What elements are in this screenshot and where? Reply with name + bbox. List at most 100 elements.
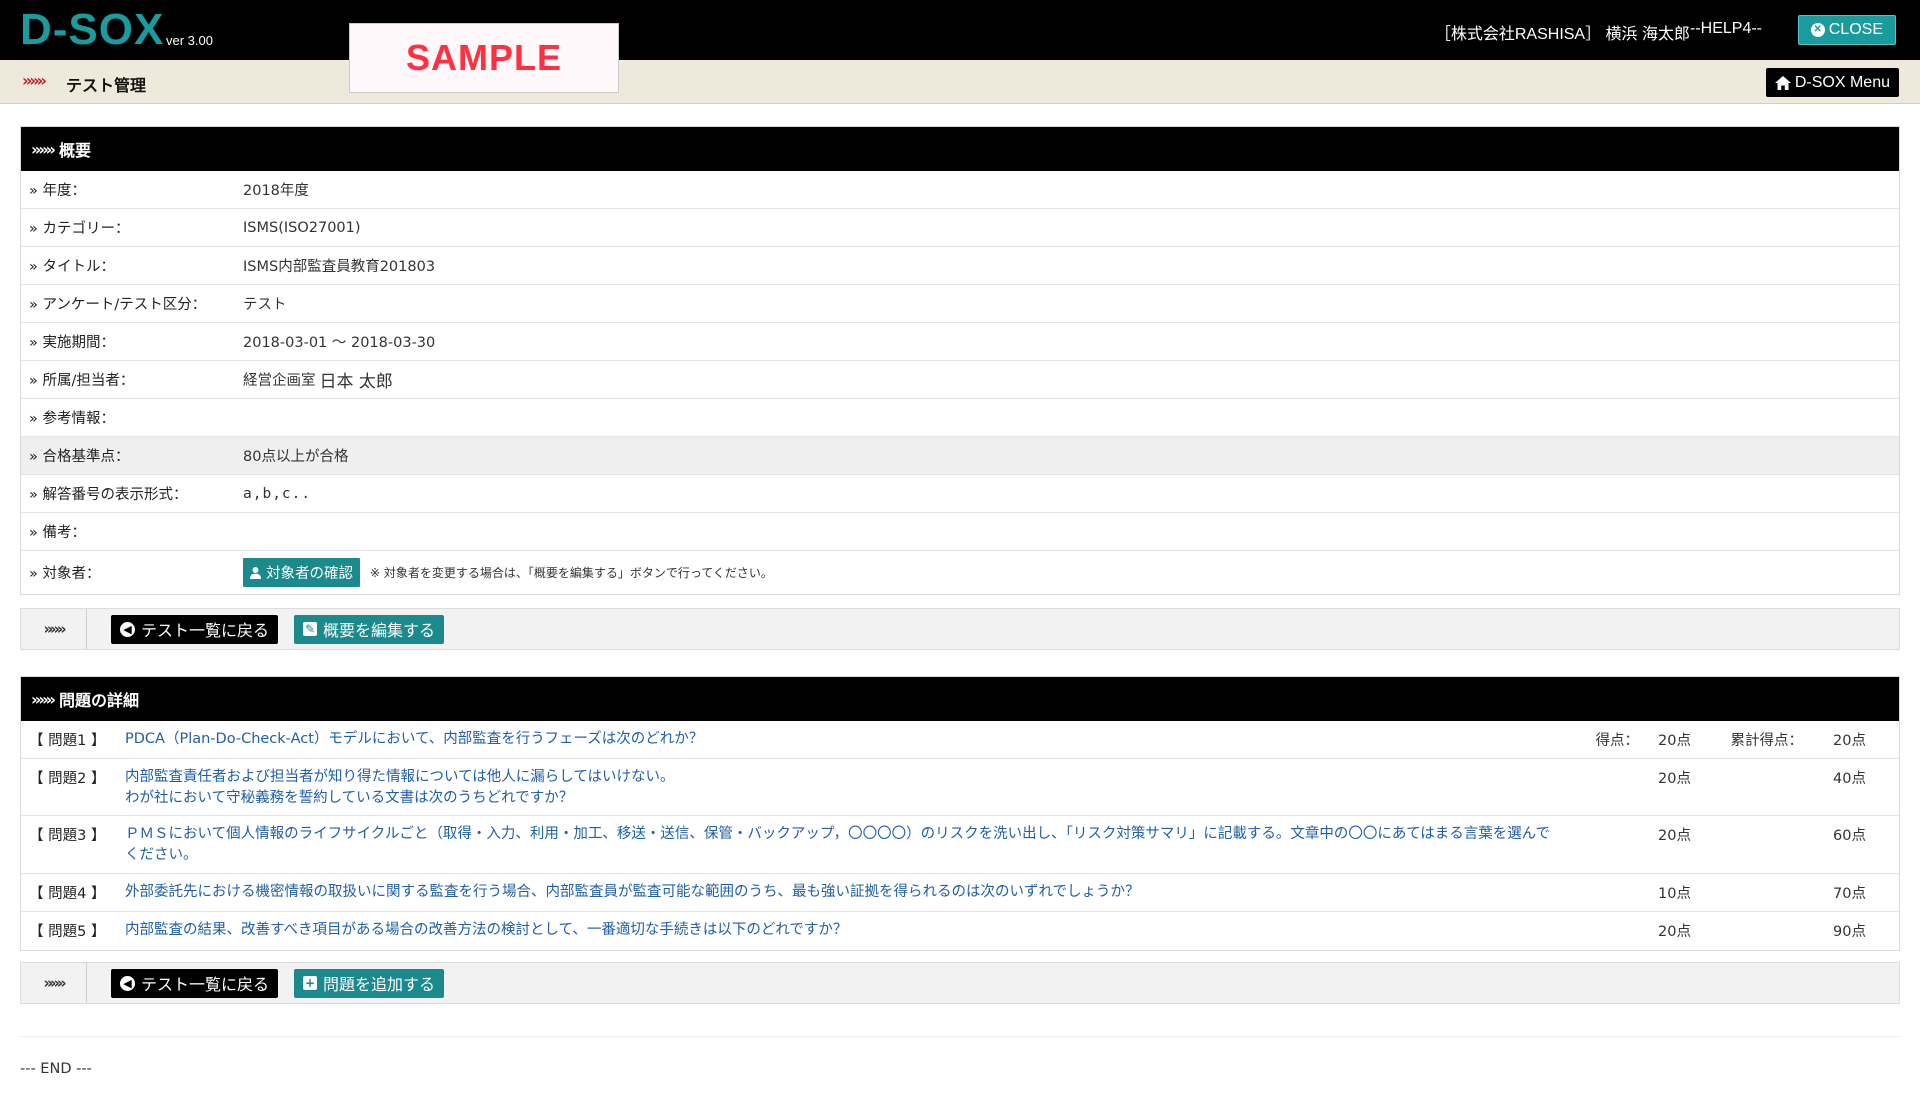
heading-arrows-icon: »»» xyxy=(31,139,56,159)
questions-heading: »»» 問題の詳細 xyxy=(21,677,1899,721)
question-link[interactable]: 内部監査責任者および担当者が知り得た情報については他人に漏らしてはいけない。 わ… xyxy=(125,767,1585,809)
row-value xyxy=(221,513,1899,550)
question-link[interactable]: 内部監査の結果、改善すべき項目がある場合の改善方法の検討として、一番適切な手続き… xyxy=(125,920,1585,941)
sample-text: SAMPLE xyxy=(405,37,562,78)
cumulative-label: 累計得点： xyxy=(1730,733,1804,749)
question-number: 【 問題4 】 xyxy=(29,886,106,902)
edit-overview-label: 概要を編集する xyxy=(323,621,436,640)
question-text: 内部監査の結果、改善すべき項目がある場合の改善方法の検討として、一番適切な手続き… xyxy=(125,922,848,938)
page-title: テスト管理 xyxy=(66,76,147,95)
overview-row-notes: » 備考： xyxy=(21,513,1899,551)
sample-watermark: SAMPLE xyxy=(349,23,619,93)
row-value: 対象者の確認 ※ 対象者を変更する場合は、「概要を編集する」ボタンで行ってくださ… xyxy=(221,551,1899,594)
row-value: 経営企画室 日本 太郎 xyxy=(221,361,1899,398)
arrow-left-icon: ◀ xyxy=(120,975,135,991)
row-label: » タイトル： xyxy=(29,259,115,275)
question-score: 10点 xyxy=(1658,886,1691,902)
question-text: 内部監査責任者および担当者が知り得た情報については他人に漏らしてはいけない。 xyxy=(125,769,675,785)
row-value: 2018-03-01 ～ 2018-03-30 xyxy=(243,335,436,351)
row-label: » 解答番号の表示形式： xyxy=(29,487,188,503)
app-version: ver 3.00 xyxy=(166,33,213,48)
owner-department: 経営企画室 xyxy=(243,373,316,389)
heading-arrows-icon: »»» xyxy=(31,689,56,709)
row-label: » 所属/担当者： xyxy=(29,373,135,389)
dsox-menu-label: D-SOX Menu xyxy=(1794,73,1890,91)
row-value: ISMS内部監査員教育201803 xyxy=(243,259,436,275)
row-label: » アンケート/テスト区分： xyxy=(29,297,207,313)
footer-divider xyxy=(20,1036,1900,1037)
add-question-button[interactable]: + 問題を追加する xyxy=(294,968,445,998)
overview-action-bar: »»» ◀ テスト一覧に戻る ✎ 概要を編集する xyxy=(20,608,1900,650)
question-number: 【 問題3 】 xyxy=(29,828,106,844)
questions-heading-text: 問題の詳細 xyxy=(59,691,140,710)
question-link[interactable]: ＰＭＳにおいて個人情報のライフサイクルごと（取得・入力、利用・加工、移送・送信、… xyxy=(125,824,1585,866)
overview-row-type: » アンケート/テスト区分： テスト xyxy=(21,285,1899,323)
table-row: 【 問題4 】 外部委託先における機密情報の取扱いに関する監査を行う場合、内部監… xyxy=(21,874,1899,912)
close-button[interactable]: ✕ CLOSE xyxy=(1797,15,1896,45)
questions-action-bar: »»» ◀ テスト一覧に戻る + 問題を追加する xyxy=(20,962,1900,1004)
back-to-list-button[interactable]: ◀ テスト一覧に戻る xyxy=(111,968,279,998)
row-label: » 参考情報： xyxy=(29,411,115,427)
action-arrows-icon: »»» xyxy=(21,963,87,1003)
overview-row-year: » 年度： 2018年度 xyxy=(21,171,1899,209)
end-marker: --- END --- xyxy=(20,1061,92,1077)
overview-panel: »»» 概要 » 年度： 2018年度 » カテゴリー： ISMS(ISO270… xyxy=(20,126,1900,595)
row-label: » 年度： xyxy=(29,183,86,199)
add-question-label: 問題を追加する xyxy=(323,975,436,994)
question-score: 20点 xyxy=(1658,828,1691,844)
question-link[interactable]: PDCA（Plan-Do-Check-Act）モデルにおいて、内部監査を行うフェ… xyxy=(125,729,1585,750)
table-row: 【 問題1 】 PDCA（Plan-Do-Check-Act）モデルにおいて、内… xyxy=(21,721,1899,759)
plus-icon: + xyxy=(303,976,318,990)
back-to-list-button[interactable]: ◀ テスト一覧に戻る xyxy=(111,614,279,644)
row-label: » 備考： xyxy=(29,525,86,541)
cumulative-score: 20点 xyxy=(1833,733,1866,749)
row-label: » 対象者： xyxy=(29,566,101,582)
app-logo: D-SOX xyxy=(20,5,165,54)
table-row: 【 問題2 】 内部監査責任者および担当者が知り得た情報については他人に漏らして… xyxy=(21,759,1899,816)
cumulative-score: 90点 xyxy=(1833,924,1866,940)
question-text: ＰＭＳにおいて個人情報のライフサイクルごと（取得・入力、利用・加工、移送・送信、… xyxy=(125,826,1551,842)
top-header: D-SOX ver 3.00 ［株式会社RASHISA］ 横浜 海太郎 --HE… xyxy=(0,0,1920,60)
question-number: 【 問題2 】 xyxy=(29,771,106,787)
question-number: 【 問題1 】 xyxy=(29,733,106,749)
overview-row-period: » 実施期間： 2018-03-01 ～ 2018-03-30 xyxy=(21,323,1899,361)
dsox-menu-button[interactable]: D-SOX Menu xyxy=(1765,68,1899,97)
breadcrumb: »»» テスト管理 D-SOX Menu xyxy=(0,60,1920,104)
question-number: 【 問題5 】 xyxy=(29,924,106,940)
arrow-left-icon: ◀ xyxy=(120,621,135,637)
overview-heading: »»» 概要 xyxy=(21,127,1899,171)
row-value: 80点以上が合格 xyxy=(221,437,1899,474)
question-text-line2: わが社において守秘義務を誓約している文書は次のうちどれですか？ xyxy=(125,790,574,806)
row-label: » 実施期間： xyxy=(29,335,115,351)
question-score: 20点 xyxy=(1658,733,1691,749)
user-info: ［株式会社RASHISA］ 横浜 海太郎 xyxy=(1434,26,1690,43)
score-label: 得点： xyxy=(1595,733,1640,749)
question-score: 20点 xyxy=(1658,924,1691,940)
question-text: 外部委託先における機密情報の取扱いに関する監査を行う場合、内部監査員が監査可能な… xyxy=(125,884,1140,900)
row-label: » 合格基準点： xyxy=(21,437,221,474)
back-to-list-label: テスト一覧に戻る xyxy=(141,975,270,994)
help-link[interactable]: --HELP4-- xyxy=(1690,20,1762,38)
question-text: PDCA（Plan-Do-Check-Act）モデルにおいて、内部監査を行うフェ… xyxy=(125,731,704,747)
owner-person: 日本 太郎 xyxy=(319,372,393,392)
home-icon xyxy=(1774,75,1791,90)
question-link[interactable]: 外部委託先における機密情報の取扱いに関する監査を行う場合、内部監査員が監査可能な… xyxy=(125,882,1585,903)
cumulative-score: 60点 xyxy=(1833,828,1866,844)
row-value xyxy=(221,399,1899,436)
action-arrows-icon: »»» xyxy=(21,609,87,649)
cumulative-score: 40点 xyxy=(1833,771,1866,787)
row-value: a,b,c.. xyxy=(243,485,312,502)
overview-row-category: » カテゴリー： ISMS(ISO27001) xyxy=(21,209,1899,247)
overview-row-owner: » 所属/担当者： 経営企画室 日本 太郎 xyxy=(21,361,1899,399)
overview-row-targets: » 対象者： 対象者の確認 ※ 対象者を変更する場合は、「概要を編集する」ボタン… xyxy=(21,551,1899,594)
edit-overview-button[interactable]: ✎ 概要を編集する xyxy=(294,614,445,644)
edit-icon: ✎ xyxy=(303,622,318,636)
confirm-targets-button[interactable]: 対象者の確認 xyxy=(243,558,360,587)
row-value: ISMS(ISO27001) xyxy=(243,219,361,236)
user-icon xyxy=(250,566,261,579)
back-to-list-label: テスト一覧に戻る xyxy=(141,621,270,640)
question-score: 20点 xyxy=(1658,771,1691,787)
overview-row-reference: » 参考情報： xyxy=(21,399,1899,437)
questions-panel: »»» 問題の詳細 【 問題1 】 PDCA（Plan-Do-Check-Act… xyxy=(20,676,1900,951)
row-value: 2018年度 xyxy=(243,183,309,199)
